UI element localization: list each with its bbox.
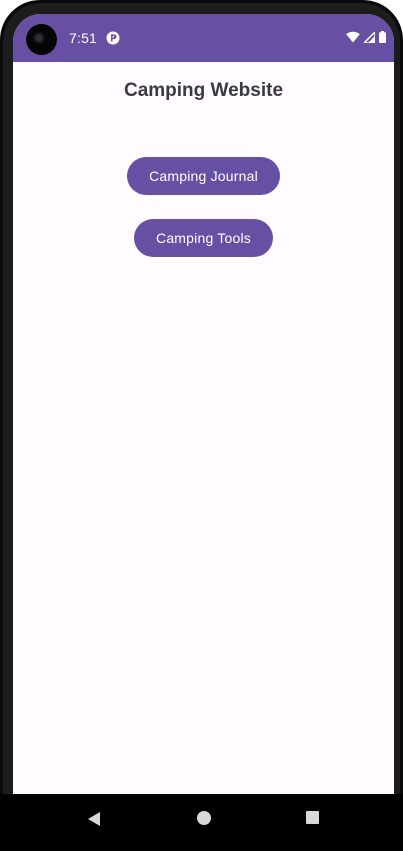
battery-icon [379,31,386,43]
home-icon[interactable] [197,811,211,825]
signal-icon [364,31,375,43]
wifi-icon [346,31,360,43]
camping-journal-button[interactable]: Camping Journal [127,157,280,195]
status-bar: 7:51 [13,14,394,62]
status-time: 7:51 [69,30,98,46]
status-icons [346,31,386,43]
back-icon[interactable] [86,810,102,828]
screen: 7:51 Camping Website Camping Journal Cam… [13,14,394,794]
recents-icon[interactable] [306,811,319,824]
app-notification-icon [106,31,120,45]
page-title: Camping Website [123,80,284,101]
camera-lens [35,34,43,42]
device-frame: 7:51 Camping Website Camping Journal Cam… [0,0,403,851]
camping-tools-button[interactable]: Camping Tools [134,219,273,257]
system-nav-bar [0,794,403,851]
front-camera [26,24,57,55]
